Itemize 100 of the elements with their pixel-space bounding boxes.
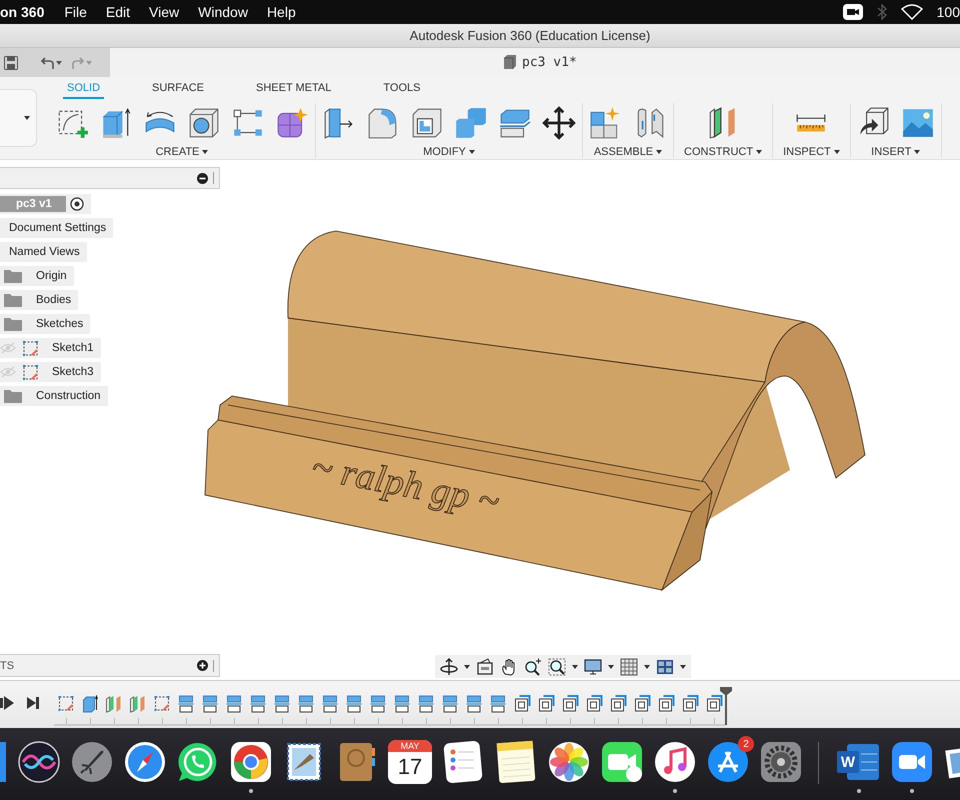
timeline-marker[interactable]	[720, 687, 732, 725]
browser-item[interactable]: Sketch3	[0, 362, 101, 382]
wifi-icon[interactable]	[900, 4, 923, 20]
face-feature-icon[interactable]	[489, 695, 507, 713]
engraved-text: ~ ralph gp ~	[308, 446, 503, 524]
form-cube-icon[interactable]	[275, 106, 309, 140]
face-feature-icon[interactable]	[297, 695, 315, 713]
cube-icon	[503, 55, 517, 70]
sketch-feature-icon[interactable]	[153, 695, 171, 713]
toolbar-tab[interactable]: SHEET METAL	[252, 82, 336, 99]
menu-item[interactable]: File	[64, 4, 87, 20]
face-feature-icon[interactable]	[273, 695, 291, 713]
compass-icon[interactable]	[123, 740, 167, 784]
group-menu-button[interactable]: CONSTRUCT	[680, 146, 766, 158]
combine-feature-icon[interactable]	[609, 695, 627, 713]
bluetooth-icon[interactable]	[876, 4, 887, 20]
display-icon[interactable]	[584, 658, 602, 676]
browser-item[interactable]: Named Views	[0, 242, 87, 262]
notification-badge: 2	[738, 736, 754, 752]
video-camera-icon[interactable]	[600, 740, 644, 784]
notepad-icon[interactable]	[494, 740, 538, 784]
group-menu-button[interactable]: MODIFY	[419, 146, 479, 158]
combine-feature-icon[interactable]	[633, 695, 651, 713]
caret-icon	[24, 116, 30, 120]
toolbar-tab[interactable]: TOOLS	[379, 82, 424, 99]
calendar-day: 17	[398, 752, 422, 782]
calendar-month: MAY	[388, 740, 432, 752]
app-menu[interactable]: on 360	[0, 4, 44, 20]
group-menu-button[interactable]: INSPECT	[779, 146, 844, 158]
face-feature-icon[interactable]	[249, 695, 267, 713]
flower-icon[interactable]	[547, 740, 591, 784]
calendar-icon[interactable]: MAY 17	[388, 740, 432, 784]
web-browser-icon[interactable]	[229, 740, 273, 784]
group-menu-button[interactable]: INSERT	[867, 146, 924, 158]
combine-feature-icon[interactable]	[705, 695, 723, 713]
face-feature-icon[interactable]	[345, 695, 363, 713]
viewports-icon[interactable]	[656, 658, 674, 676]
play-icon[interactable]	[0, 695, 14, 711]
home-view-icon[interactable]	[476, 658, 494, 676]
collapse-icon[interactable]	[197, 172, 208, 184]
combine-feature-icon[interactable]	[657, 695, 675, 713]
browser-item[interactable]: Sketch1	[0, 338, 101, 358]
toolbar-tab[interactable]: SURFACE	[148, 82, 208, 99]
combine-feature-icon[interactable]	[585, 695, 603, 713]
undo-icon[interactable]	[40, 56, 62, 70]
document-tab[interactable]: pc3 v1*	[503, 48, 577, 77]
face-feature-icon[interactable]	[393, 695, 411, 713]
save-icon[interactable]	[4, 56, 18, 70]
image-icon[interactable]	[900, 106, 935, 140]
face-feature-icon[interactable]	[369, 695, 387, 713]
caret-icon	[644, 664, 650, 668]
face-feature-icon[interactable]	[417, 695, 435, 713]
face-feature-icon[interactable]	[201, 695, 219, 713]
zoom-icon[interactable]	[524, 658, 542, 676]
add-icon[interactable]	[197, 660, 208, 671]
zoom-window-icon[interactable]	[548, 658, 566, 676]
gear-icon[interactable]	[759, 740, 803, 784]
menu-item[interactable]: View	[149, 4, 180, 20]
menu-item[interactable]: Help	[266, 4, 296, 20]
running-dot	[910, 789, 914, 793]
browser-item[interactable]: Document Settings	[0, 218, 114, 238]
combine-icon[interactable]	[454, 106, 488, 140]
cube-hole-icon[interactable]	[187, 106, 221, 140]
browser-item[interactable]: Origin	[0, 266, 74, 286]
sketch-feature-icon[interactable]	[57, 695, 75, 713]
plane-feature-icon[interactable]	[105, 695, 123, 713]
rocket-icon[interactable]	[70, 740, 114, 784]
face-feature-icon[interactable]	[441, 695, 459, 713]
comments-panel-header[interactable]: TS	[0, 654, 220, 677]
orbit-icon[interactable]	[440, 658, 458, 676]
running-dot	[249, 789, 253, 793]
skip-to-end-icon[interactable]	[26, 695, 40, 711]
extrude-feature-icon[interactable]	[81, 695, 99, 713]
group-menu-button[interactable]: ASSEMBLE	[590, 146, 666, 158]
move-icon[interactable]	[542, 106, 576, 140]
face-feature-icon[interactable]	[177, 695, 195, 713]
face-feature-icon[interactable]	[321, 695, 339, 713]
window-title: Autodesk Fusion 360 (Education License)	[410, 28, 650, 43]
browser-item[interactable]: Construction	[0, 386, 108, 406]
group-menu-button[interactable]: CREATE	[152, 146, 212, 158]
orb-icon[interactable]	[17, 740, 61, 784]
face-feature-icon[interactable]	[225, 695, 243, 713]
plane-feature-icon[interactable]	[129, 695, 147, 713]
menu-item[interactable]: Edit	[106, 4, 130, 20]
video-camera-icon[interactable]	[842, 4, 863, 20]
browser-item[interactable]: Sketches	[0, 314, 90, 334]
video-camera-icon[interactable]	[890, 740, 934, 784]
grid-icon[interactable]	[620, 658, 638, 676]
shell-cube-icon[interactable]	[410, 106, 444, 140]
menu-item[interactable]: Window	[198, 4, 248, 20]
browser-item[interactable]: Bodies	[0, 290, 78, 310]
face-feature-icon[interactable]	[465, 695, 483, 713]
letter-a-app-icon[interactable]	[706, 740, 750, 784]
combine-feature-icon[interactable]	[537, 695, 555, 713]
combine-feature-icon[interactable]	[561, 695, 579, 713]
combine-feature-icon[interactable]	[513, 695, 531, 713]
combine-feature-icon[interactable]	[681, 695, 699, 713]
music-note-icon[interactable]	[653, 740, 697, 784]
radio-icon[interactable]	[70, 197, 84, 211]
battery-percentage: 100	[936, 4, 960, 20]
